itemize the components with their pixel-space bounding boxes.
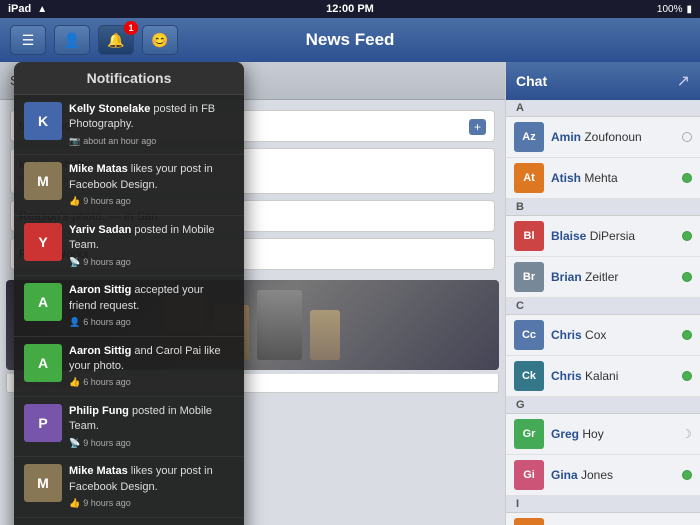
status-online-chrisk	[682, 371, 692, 381]
add-icon: +	[469, 119, 486, 135]
notifications-button[interactable]: 🔔 1	[98, 25, 134, 55]
chat-title: Chat	[516, 73, 547, 89]
status-online-brian	[682, 272, 692, 282]
feed-area: Status 📍 Check In from Rdio + kruta's ph…	[0, 62, 505, 525]
status-away-amin	[682, 132, 692, 142]
chat-avatar-isaac: Is	[514, 518, 544, 525]
notif-item-3[interactable]: Y Yariv Sadan posted in Mobile Team. 📡 9…	[14, 216, 244, 276]
thumbsup-icon-5: 👍	[69, 376, 80, 389]
menu-button[interactable]: ☰	[10, 25, 46, 55]
chat-section-g: G	[506, 397, 700, 414]
notif-text-3: Yariv Sadan posted in Mobile Team. 📡 9 h…	[69, 223, 234, 268]
chat-item-atish[interactable]: At Atish Mehta	[506, 158, 700, 199]
notif-item-2[interactable]: M Mike Matas likes your post in Facebook…	[14, 155, 244, 215]
notif-avatar-6: P	[24, 404, 62, 442]
status-time: 12:00 PM	[326, 3, 374, 15]
chat-panel: Chat ↗ A Az Amin Zoufonoun At Atish Meht…	[505, 62, 700, 525]
chat-item-chrisk[interactable]: Ck Chris Kalani	[506, 356, 700, 397]
chat-section-b: B	[506, 199, 700, 216]
chat-item-blaise[interactable]: Bl Blaise DiPersia	[506, 216, 700, 257]
thumbsup-icon-7: 👍	[69, 497, 80, 510]
notif-avatar-3: Y	[24, 223, 62, 261]
friend-icon: 👤	[69, 316, 80, 329]
chat-section-a: A	[506, 100, 700, 117]
chat-list: A Az Amin Zoufonoun At Atish Mehta B Bl …	[506, 100, 700, 525]
camera-icon: 📷	[69, 135, 80, 148]
chat-name-gina: Gina Jones	[551, 468, 675, 482]
chat-name-brian: Brian Zeitler	[551, 270, 675, 284]
notif-avatar-5: A	[24, 344, 62, 382]
notif-avatar-4: A	[24, 283, 62, 321]
page-title: News Feed	[306, 30, 395, 50]
status-bar: iPad ▲ 12:00 PM 100% ▮	[0, 0, 700, 18]
profile-icon: 😊	[151, 32, 168, 49]
chat-name-chriscox: Chris Cox	[551, 328, 675, 342]
notif-text-6: Philip Fung posted in Mobile Team. 📡 9 h…	[69, 404, 234, 449]
status-online-blaise	[682, 231, 692, 241]
chat-avatar-gina: Gi	[514, 460, 544, 490]
chat-name-greg: Greg Hoy	[551, 427, 674, 441]
chat-item-isaac[interactable]: Is Isaac Salier-Hellendag	[506, 513, 700, 525]
notif-text-4: Aaron Sittig accepted your friend reques…	[69, 283, 234, 328]
notif-text-1: Kelly Stonelake posted in FB Photography…	[69, 102, 234, 147]
chat-avatar-blaise: Bl	[514, 221, 544, 251]
chat-avatar-amin: Az	[514, 122, 544, 152]
notif-text-2: Mike Matas likes your post in Facebook D…	[69, 162, 234, 207]
status-online-gina	[682, 470, 692, 480]
mobile-icon-6: 📡	[69, 437, 80, 450]
notification-panel-title: Notifications	[14, 62, 244, 95]
chat-header: Chat ↗	[506, 62, 700, 100]
notification-badge: 1	[124, 21, 138, 35]
chat-section-i: I	[506, 496, 700, 513]
status-moon-greg: ☽	[681, 427, 692, 441]
chat-avatar-chriscox: Cc	[514, 320, 544, 350]
wifi-icon: ▲	[37, 4, 47, 15]
chat-avatar-greg: Gr	[514, 419, 544, 449]
chat-name-chrisk: Chris Kalani	[551, 369, 675, 383]
notif-item-5[interactable]: A Aaron Sittig and Carol Pai like your p…	[14, 337, 244, 397]
chat-name-atish: Atish Mehta	[551, 171, 675, 185]
menu-icon: ☰	[22, 32, 35, 49]
notif-avatar-2: M	[24, 162, 62, 200]
chat-name-blaise: Blaise DiPersia	[551, 229, 675, 243]
chat-item-greg[interactable]: Gr Greg Hoy ☽	[506, 414, 700, 455]
chat-avatar-atish: At	[514, 163, 544, 193]
chat-item-gina[interactable]: Gi Gina Jones	[506, 455, 700, 496]
notif-item-6[interactable]: P Philip Fung posted in Mobile Team. 📡 9…	[14, 397, 244, 457]
notif-item-4[interactable]: A Aaron Sittig accepted your friend requ…	[14, 276, 244, 336]
carrier-label: iPad	[8, 3, 31, 15]
notif-avatar-7: M	[24, 464, 62, 502]
profile-button[interactable]: 😊	[142, 25, 178, 55]
chat-item-chriscox[interactable]: Cc Chris Cox	[506, 315, 700, 356]
friends-icon: 👤	[63, 32, 80, 49]
friends-button[interactable]: 👤	[54, 25, 90, 55]
chat-item-amin[interactable]: Az Amin Zoufonoun	[506, 117, 700, 158]
chat-name-amin: Amin Zoufonoun	[551, 130, 675, 144]
notif-item-1[interactable]: K Kelly Stonelake posted in FB Photograp…	[14, 95, 244, 155]
notif-text-5: Aaron Sittig and Carol Pai like your pho…	[69, 344, 234, 389]
battery-icon: ▮	[686, 4, 692, 15]
mobile-icon-3: 📡	[69, 256, 80, 269]
chat-avatar-brian: Br	[514, 262, 544, 292]
bell-icon: 🔔	[107, 32, 124, 49]
notification-panel: Notifications K Kelly Stonelake posted i…	[14, 62, 244, 525]
chat-share-button[interactable]: ↗	[677, 71, 690, 91]
battery-label: 100%	[657, 4, 683, 15]
thumbsup-icon-2: 👍	[69, 195, 80, 208]
notif-item-8[interactable]: Y Yariv Sadan posted in Mobile Team. 📡 3…	[14, 518, 244, 525]
chat-item-brian[interactable]: Br Brian Zeitler	[506, 257, 700, 298]
notif-item-7[interactable]: M Mike Matas likes your post in Facebook…	[14, 457, 244, 517]
notif-text-7: Mike Matas likes your post in Facebook D…	[69, 464, 234, 509]
main-header: ☰ 👤 🔔 1 😊 News Feed	[0, 18, 700, 62]
main-content: Status 📍 Check In from Rdio + kruta's ph…	[0, 62, 700, 525]
status-online-atish	[682, 173, 692, 183]
status-online-chriscox	[682, 330, 692, 340]
notif-avatar-1: K	[24, 102, 62, 140]
chat-section-c: C	[506, 298, 700, 315]
chat-avatar-chrisk: Ck	[514, 361, 544, 391]
